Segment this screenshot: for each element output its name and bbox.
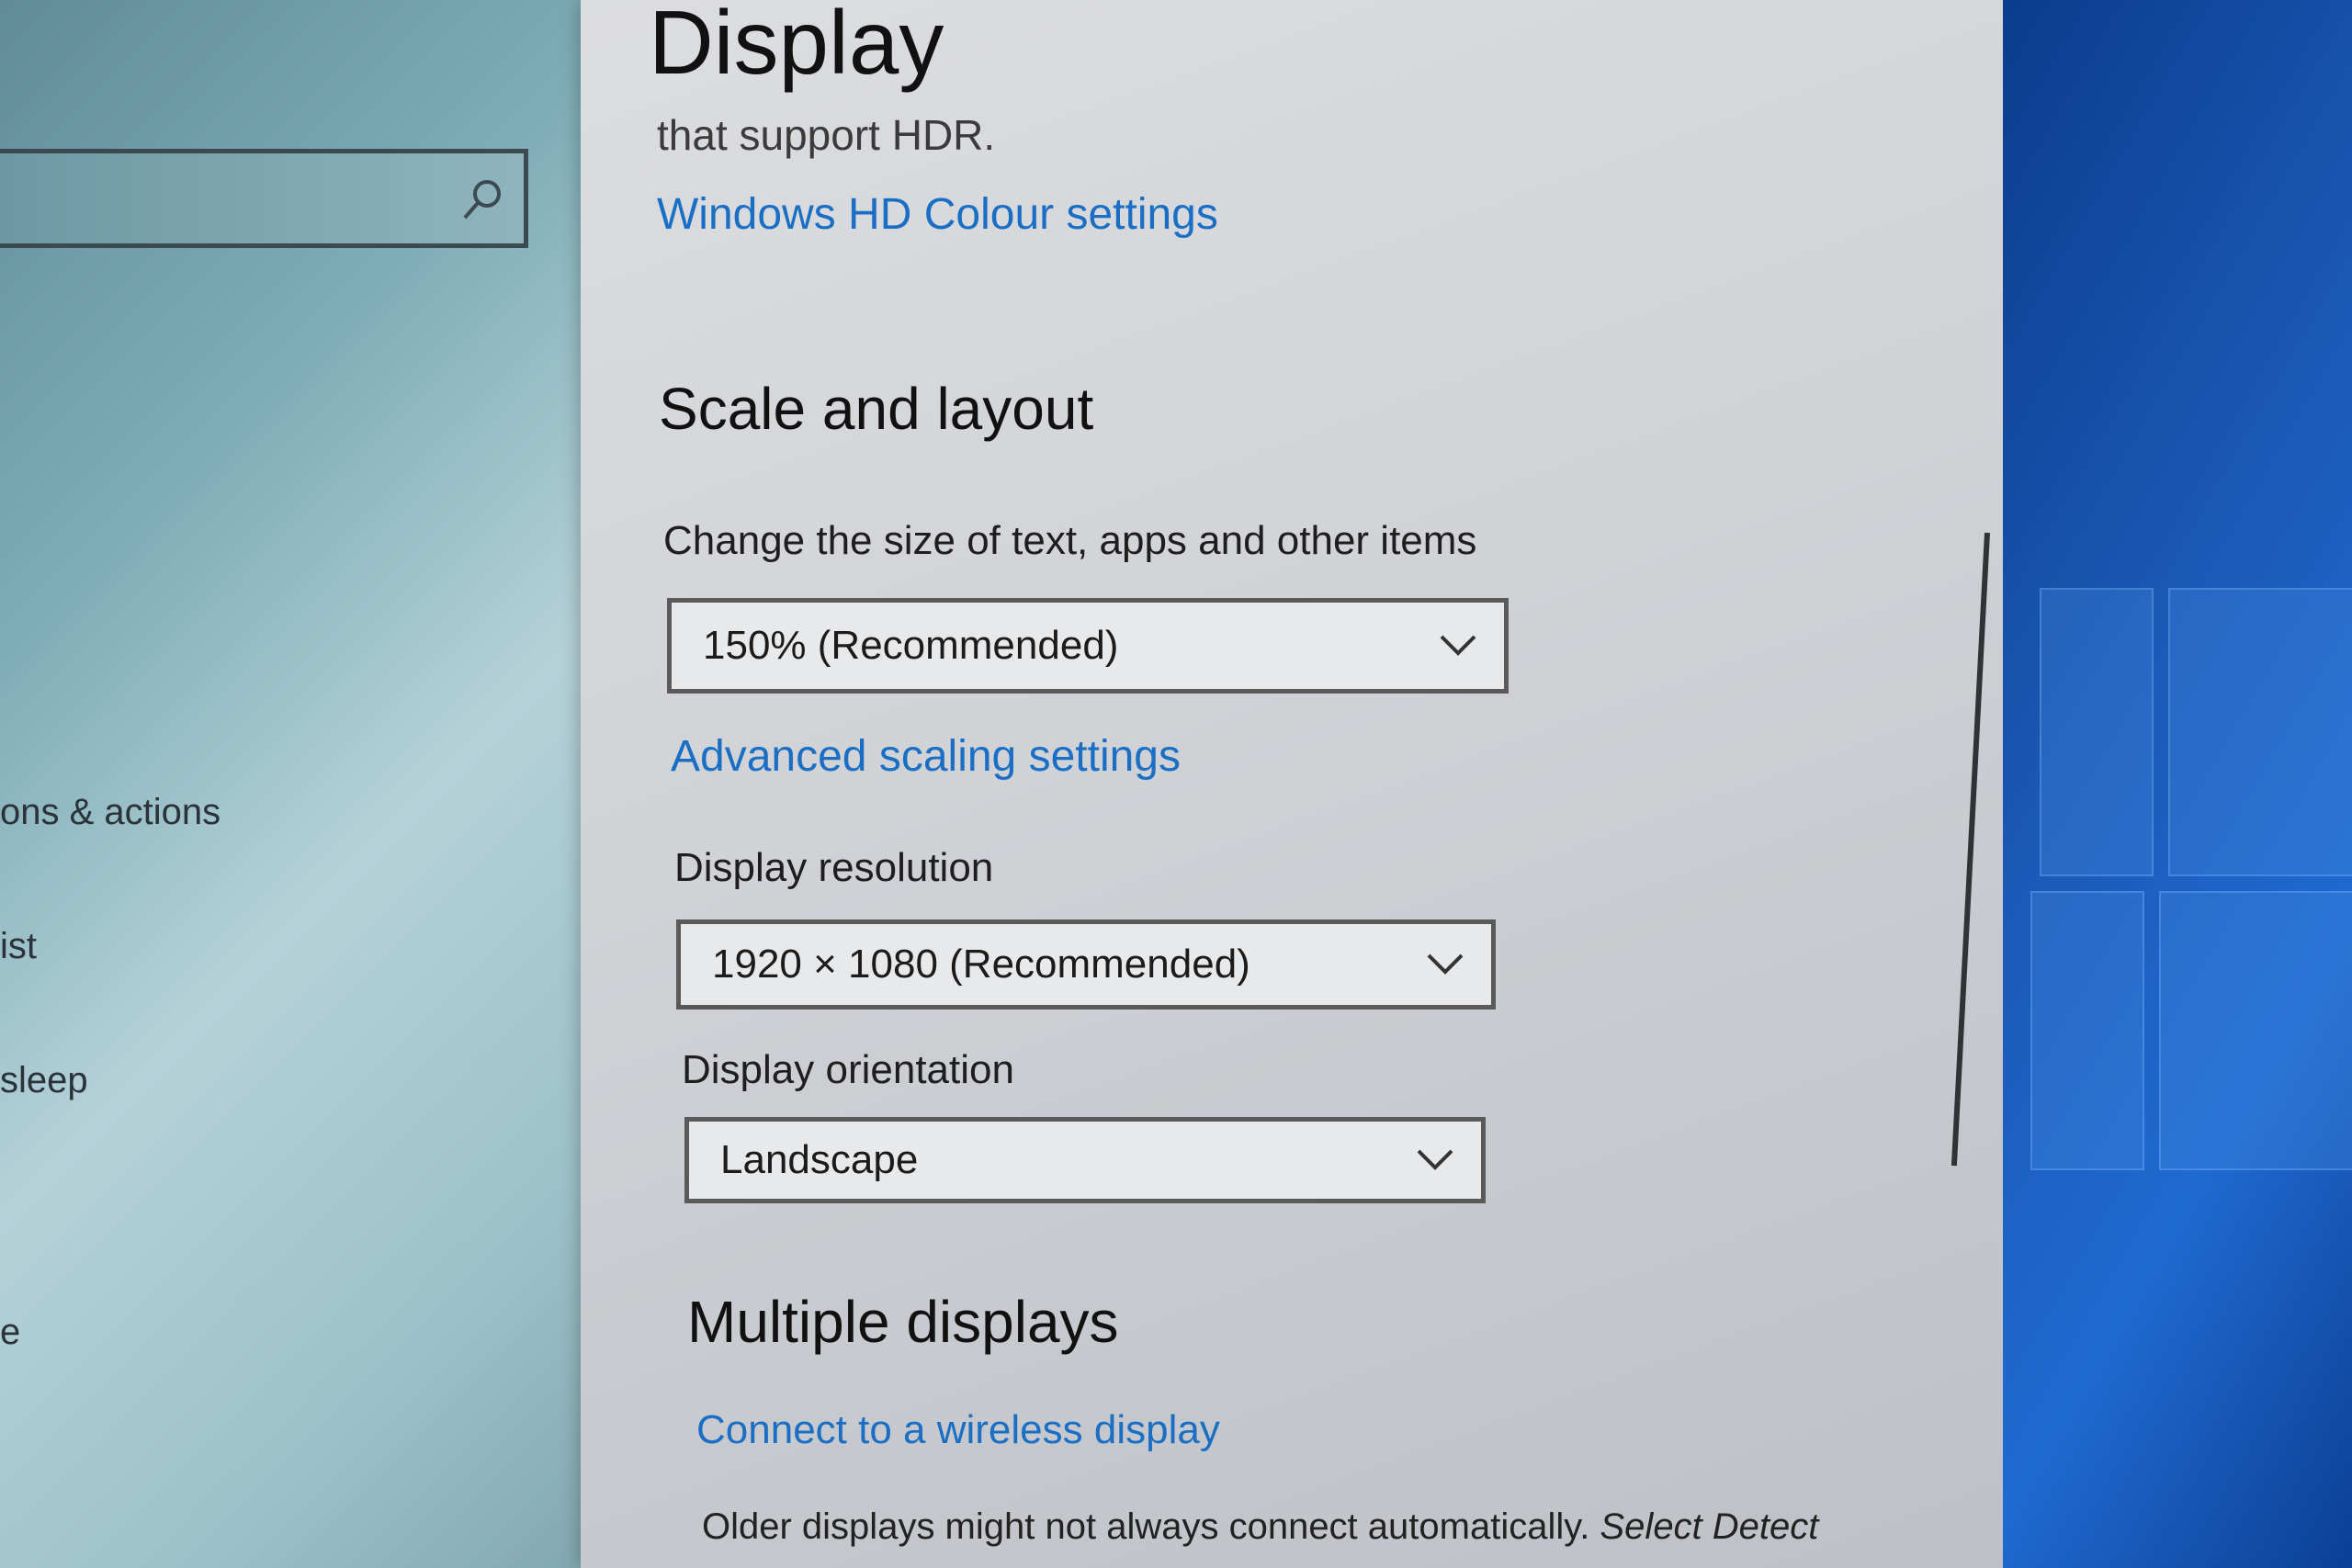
wallpaper-window-pane	[2030, 891, 2144, 1170]
scale-layout-heading: Scale and layout	[659, 376, 1094, 442]
wallpaper-window-pane	[2040, 588, 2154, 876]
size-label: Change the size of text, apps and other …	[663, 518, 1477, 563]
search-icon[interactable]	[459, 175, 507, 223]
resolution-dropdown[interactable]: 1920 × 1080 (Recommended)	[676, 919, 1496, 1010]
orientation-label: Display orientation	[682, 1047, 1014, 1092]
orientation-dropdown-value: Landscape	[720, 1137, 919, 1182]
sidebar-item-notifications[interactable]: ons & actions	[0, 792, 220, 833]
chevron-down-icon	[1427, 953, 1464, 975]
page-title: Display	[649, 0, 944, 93]
sidebar-item-focus-assist[interactable]: ist	[0, 926, 37, 967]
wallpaper-window-pane	[2168, 588, 2352, 876]
desktop-wallpaper	[2003, 0, 2352, 1568]
wireless-display-link[interactable]: Connect to a wireless display	[696, 1407, 1220, 1453]
scale-dropdown-value: 150% (Recommended)	[703, 623, 1119, 668]
select-detect-text: Select Detect	[1600, 1506, 1819, 1547]
chevron-down-icon	[1440, 635, 1476, 656]
orientation-dropdown[interactable]: Landscape	[684, 1117, 1486, 1203]
multiple-displays-heading: Multiple displays	[687, 1289, 1119, 1355]
chevron-down-icon	[1417, 1149, 1453, 1170]
older-displays-sentence: Older displays might not always connect …	[702, 1506, 1590, 1547]
advanced-scaling-link[interactable]: Advanced scaling settings	[671, 731, 1181, 782]
wallpaper-window-pane	[2159, 891, 2352, 1170]
older-displays-text: Older displays might not always connect …	[702, 1506, 1818, 1548]
settings-sidebar: ons & actions ist sleep e	[0, 0, 643, 1568]
hdr-description: that support HDR.	[657, 111, 996, 159]
search-input[interactable]	[0, 149, 528, 248]
sidebar-item-power-sleep[interactable]: sleep	[0, 1060, 88, 1101]
resolution-dropdown-value: 1920 × 1080 (Recommended)	[712, 942, 1250, 987]
resolution-label: Display resolution	[674, 845, 994, 890]
hd-colour-settings-link[interactable]: Windows HD Colour settings	[657, 189, 1218, 240]
sidebar-item-storage[interactable]: e	[0, 1312, 20, 1353]
scale-dropdown[interactable]: 150% (Recommended)	[667, 598, 1509, 694]
